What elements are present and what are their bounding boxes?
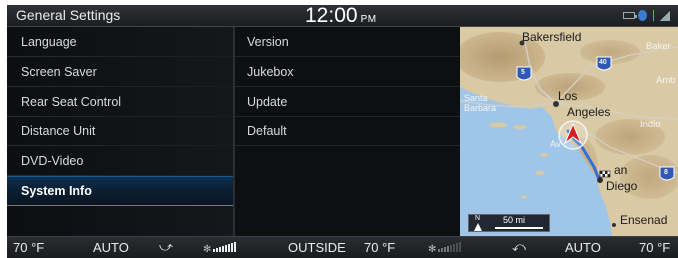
status-bar: General Settings 12:00 PM (7, 5, 678, 27)
battery-icon (623, 12, 637, 19)
menu-item-label: Rear Seat Control (21, 95, 122, 109)
outside-label: OUTSIDE (288, 240, 346, 255)
map-terrain (460, 27, 678, 236)
submenu-item-label: Default (247, 124, 287, 138)
city-label-an: an (614, 163, 628, 177)
city-label-santa: Santa (464, 93, 488, 103)
page-title: General Settings (16, 7, 121, 23)
submenu-item-jukebox[interactable]: Jukebox (235, 57, 460, 87)
passenger-climate-mode[interactable]: AUTO (565, 240, 601, 255)
fan-bar (222, 246, 225, 252)
fan-bar (441, 248, 444, 252)
clock: 12:00 PM (305, 5, 377, 28)
passenger-temperature[interactable]: 70 °F (639, 240, 670, 255)
submenu-item-update[interactable]: Update (235, 87, 460, 117)
fan-bar (225, 245, 228, 252)
clock-ampm: PM (360, 14, 377, 25)
driver-airflow-icon[interactable]: ⤻ (159, 239, 173, 255)
city-label-indio: Indio (640, 119, 661, 130)
highway-8-shield: 8 (664, 169, 668, 176)
fan-bar (459, 242, 462, 252)
fan-bar (231, 243, 234, 252)
city-label-angeles: Angeles (567, 105, 611, 119)
current-position-icon (558, 120, 588, 150)
scale-distance: 50 mi (503, 215, 526, 225)
menu-item-label: Screen Saver (21, 65, 97, 79)
highway-5-shield: 5 (521, 69, 525, 76)
fan-bar (228, 244, 231, 252)
outside-temperature: 70 °F (364, 240, 396, 255)
driver-temperature[interactable]: 70 °F (13, 240, 44, 255)
driver-fan-speed[interactable]: ✻ (203, 240, 237, 255)
fan-bar (213, 249, 216, 252)
menu-item-rear-seat-control[interactable]: Rear Seat Control (7, 87, 233, 117)
navigation-map[interactable]: Bakersfield Baker Amb Los Angeles Indio … (460, 27, 678, 236)
system-info-submenu: Version Jukebox Update Default (235, 27, 460, 236)
scale-bar (495, 227, 543, 229)
passenger-fan-speed[interactable]: ✻ (428, 240, 462, 255)
submenu-item-label: Version (247, 35, 289, 49)
fan-bar (234, 242, 237, 252)
climate-bar: 70 °F AUTO ⤻ ✻ OUTSIDE 70 °F ✻ ⤺ AUTO 70… (7, 236, 678, 258)
submenu-item-label: Update (247, 95, 288, 109)
submenu-item-version[interactable]: Version (235, 27, 460, 57)
passenger-airflow-icon[interactable]: ⤺ (512, 239, 526, 255)
menu-item-screen-saver[interactable]: Screen Saver (7, 57, 233, 87)
city-label-diego: Diego (606, 179, 638, 193)
head-unit-screen: General Settings 12:00 PM Language Screen… (7, 5, 678, 258)
city-label-ensenada: Ensenad (620, 213, 668, 227)
north-label: N (475, 215, 481, 222)
city-label-avalon: Av (550, 139, 561, 150)
fan-icon: ✻ (428, 244, 437, 255)
clock-time: 12:00 (305, 5, 358, 27)
highway-40-shield: 40 (599, 59, 607, 66)
fan-level-bars (438, 242, 462, 252)
fan-bar (216, 248, 219, 252)
menu-item-system-info[interactable]: System Info (7, 176, 233, 206)
fan-bar (456, 243, 459, 252)
settings-menu: Language Screen Saver Rear Seat Control … (7, 27, 233, 236)
fan-bar (447, 246, 450, 252)
fan-bar (438, 249, 441, 252)
submenu-item-default[interactable]: Default (235, 116, 460, 146)
map-scale[interactable]: N 50 mi (468, 214, 550, 232)
city-label-amb: Amb (656, 75, 676, 86)
fan-bar (444, 247, 447, 252)
bluetooth-audio-icon (650, 10, 657, 21)
bluetooth-icon (638, 10, 647, 21)
menu-item-dvd-video[interactable]: DVD-Video (7, 146, 233, 176)
fan-bar (453, 244, 456, 252)
signal-icon (660, 10, 670, 21)
menu-item-label: Distance Unit (21, 124, 96, 138)
menu-item-language[interactable]: Language (7, 27, 233, 57)
city-label-barbara: Barbara (464, 103, 497, 113)
fan-icon: ✻ (203, 244, 212, 255)
menu-item-label: DVD-Video (21, 154, 84, 168)
menu-item-label: Language (21, 35, 77, 49)
fan-level-bars (213, 242, 237, 252)
city-label-los: Los (558, 89, 578, 103)
submenu-item-label: Jukebox (247, 65, 294, 79)
city-label-baker: Baker (646, 41, 671, 52)
fan-bar (219, 247, 222, 252)
city-label-bakersfield: Bakersfield (522, 30, 582, 44)
menu-item-distance-unit[interactable]: Distance Unit (7, 116, 233, 146)
status-icons (623, 10, 670, 21)
menu-item-label: System Info (21, 184, 92, 198)
fan-bar (450, 245, 453, 252)
driver-climate-mode[interactable]: AUTO (93, 240, 129, 255)
north-arrow-icon (474, 223, 482, 231)
